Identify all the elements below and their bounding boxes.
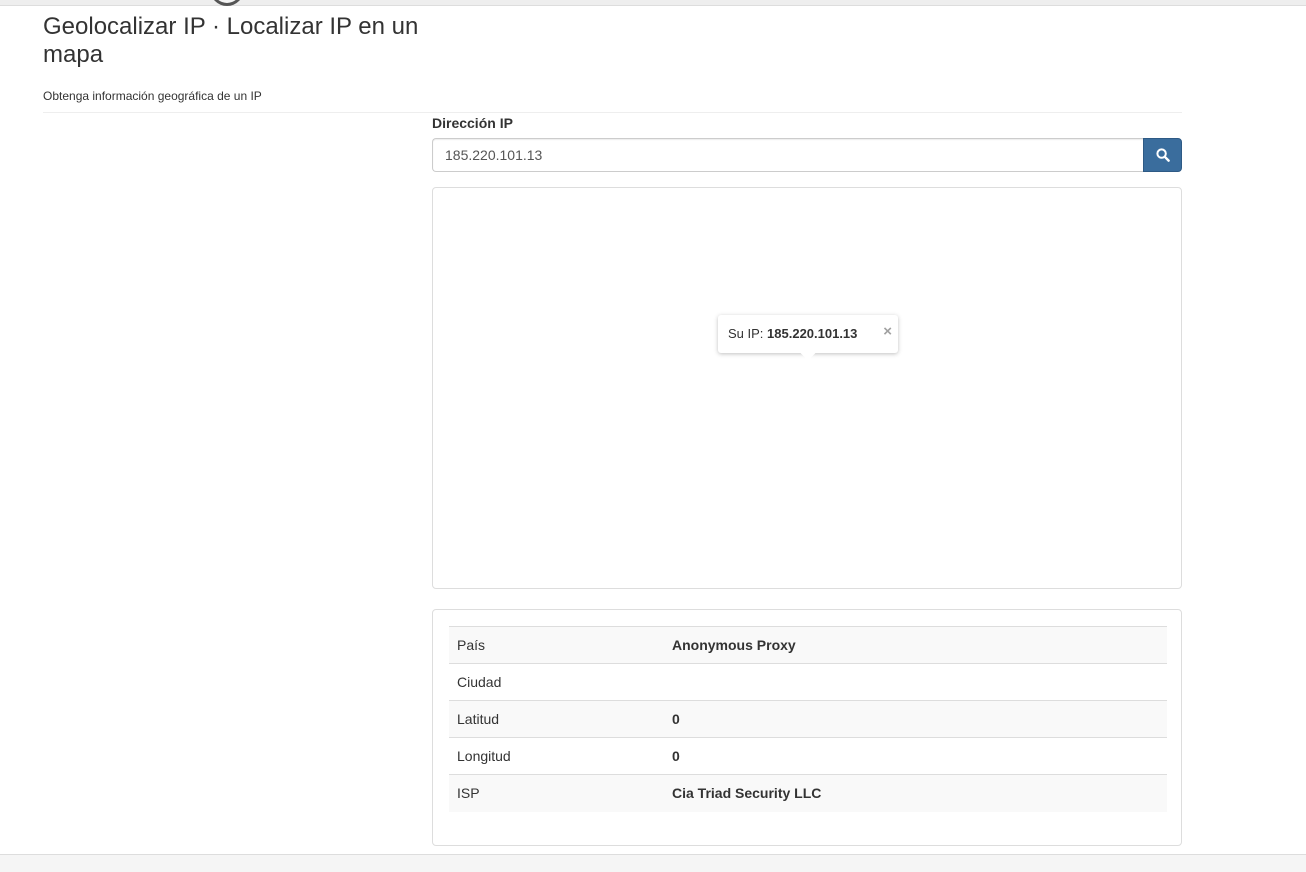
row-label: Latitud bbox=[449, 700, 664, 738]
map-popup: Su IP: 185.220.101.13 × bbox=[718, 315, 898, 353]
popup-ip-value: 185.220.101.13 bbox=[767, 326, 858, 341]
row-label: Ciudad bbox=[449, 663, 664, 701]
scroll-knob-icon bbox=[210, 0, 244, 6]
table-row-latitud: Latitud 0 bbox=[449, 700, 1167, 738]
table-row-longitud: Longitud 0 bbox=[449, 737, 1167, 775]
close-icon[interactable]: × bbox=[883, 324, 892, 340]
browser-top-strip bbox=[0, 0, 1306, 6]
popup-label: Su IP: bbox=[728, 326, 768, 341]
ip-address-label: Dirección IP bbox=[432, 115, 513, 131]
row-label: País bbox=[449, 626, 664, 664]
table-row-ciudad: Ciudad bbox=[449, 663, 1167, 701]
table-row-pais: País Anonymous Proxy bbox=[449, 626, 1167, 664]
row-value: Anonymous Proxy bbox=[664, 626, 1167, 664]
ip-info-table: País Anonymous Proxy Ciudad Latitud 0 Lo… bbox=[449, 626, 1167, 812]
row-value: Cia Triad Security LLC bbox=[664, 774, 1167, 812]
row-label: Longitud bbox=[449, 737, 664, 775]
ip-address-input[interactable] bbox=[432, 138, 1144, 172]
map-panel[interactable]: Su IP: 185.220.101.13 × bbox=[432, 187, 1182, 589]
table-row-isp: ISP Cia Triad Security LLC bbox=[449, 774, 1167, 812]
row-label: ISP bbox=[449, 774, 664, 812]
ip-info-panel: País Anonymous Proxy Ciudad Latitud 0 Lo… bbox=[432, 609, 1182, 846]
row-value: 0 bbox=[664, 737, 1167, 775]
row-value bbox=[664, 663, 1167, 701]
search-icon bbox=[1155, 148, 1170, 162]
search-button[interactable] bbox=[1143, 138, 1182, 172]
popup-tip bbox=[799, 353, 817, 361]
page-subtitle: Obtenga información geográfica de un IP bbox=[43, 89, 262, 103]
header-divider bbox=[43, 112, 1182, 113]
row-value: 0 bbox=[664, 700, 1167, 738]
footer-strip bbox=[0, 854, 1306, 872]
page-title: Geolocalizar IP · Localizar IP en un map… bbox=[43, 13, 419, 68]
